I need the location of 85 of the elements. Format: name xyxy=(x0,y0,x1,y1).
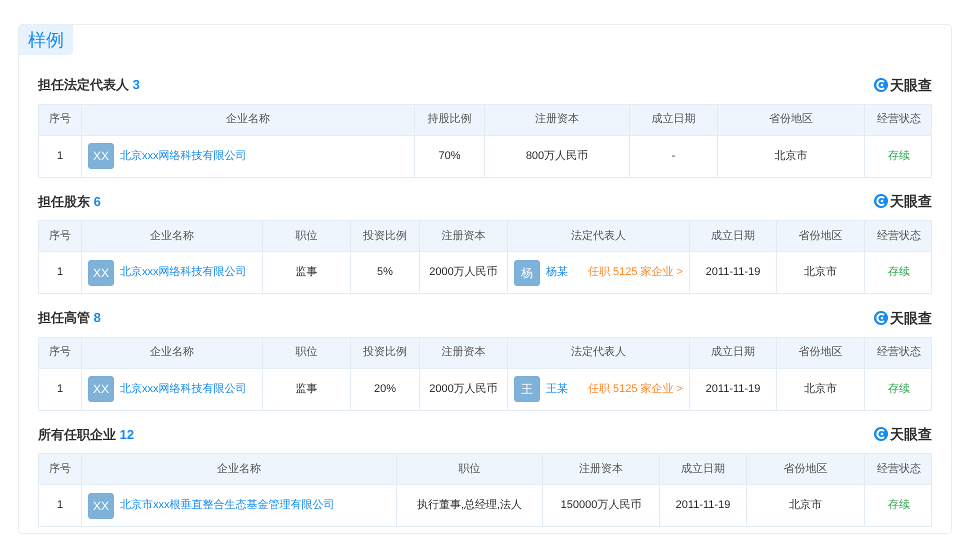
column-header: 注册资本 xyxy=(535,112,579,128)
section-heading: 担任高管 8 xyxy=(38,309,101,327)
sample-title: 样例 xyxy=(19,25,73,55)
column-header: 省份地区 xyxy=(798,228,842,244)
table-cell-text: - xyxy=(672,148,676,164)
column-header: 持股比例 xyxy=(428,112,472,128)
table-cell-text: 800万人民币 xyxy=(526,148,588,164)
column-header: 注册资本 xyxy=(442,228,486,244)
column-header: 经营状态 xyxy=(877,344,921,360)
table-cell-text: 20% xyxy=(374,382,396,397)
column-header: 投资比例 xyxy=(363,345,407,360)
column-header: 职位 xyxy=(296,345,318,360)
table-cell-text: 2011-11-19 xyxy=(706,382,760,397)
table-cell-text: 2000万人民币 xyxy=(429,382,498,397)
column-header: 省份地区 xyxy=(769,112,813,128)
eye-logo-icon xyxy=(874,310,888,325)
column-header: 省份地区 xyxy=(798,345,842,360)
logo-text: 天眼查 xyxy=(890,78,932,92)
logo-text: 天眼查 xyxy=(890,194,932,208)
status-text: 存续 xyxy=(888,498,910,514)
section-heading: 担任股东 6 xyxy=(38,192,101,210)
column-header: 投资比例 xyxy=(363,228,407,244)
eye-logo-icon xyxy=(874,78,888,92)
table-cell-text: 150000万人民币 xyxy=(560,498,642,514)
column-header: 注册资本 xyxy=(579,462,623,477)
column-header: 企业名称 xyxy=(226,112,270,128)
company-link[interactable]: 北京xxx网络科技有限公司 xyxy=(120,380,246,398)
column-header: 职位 xyxy=(296,228,318,244)
table-cell-text: 1 xyxy=(56,382,64,397)
table-cell-text: 1 xyxy=(56,498,64,514)
avatar: 王 xyxy=(514,376,540,402)
avatar: XX xyxy=(88,492,114,518)
column-header: 企业名称 xyxy=(150,345,194,360)
avatar: XX xyxy=(88,376,114,402)
avatar: 杨 xyxy=(514,260,540,286)
column-header: 序号 xyxy=(49,344,71,360)
column-header: 企业名称 xyxy=(150,228,194,244)
column-header: 序号 xyxy=(49,462,71,477)
column-header: 成立日期 xyxy=(681,462,725,477)
column-header: 法定代表人 xyxy=(571,228,626,244)
table-cell-text: 北京市 xyxy=(789,498,822,514)
column-header: 序号 xyxy=(49,112,71,128)
avatar: XX xyxy=(88,260,114,286)
column-header: 成立日期 xyxy=(652,112,696,128)
column-header: 省份地区 xyxy=(784,462,828,477)
column-header: 职位 xyxy=(458,462,480,477)
column-header: 注册资本 xyxy=(442,344,486,360)
avatar: XX xyxy=(88,143,114,169)
eye-logo-icon xyxy=(874,427,888,442)
companies-link[interactable]: 任职 5125 家企业 > xyxy=(588,264,683,281)
table-cell-text: 监事 xyxy=(296,265,318,280)
table-cell-text: 5% xyxy=(377,265,393,280)
table-cell-text: 1 xyxy=(56,148,64,164)
logo-text: 天眼查 xyxy=(890,427,932,442)
column-header: 成立日期 xyxy=(711,228,755,244)
section-heading: 所有任职企业 12 xyxy=(38,426,134,444)
company-link[interactable]: 北京市xxx根垂直整合生态基金管理有限公司 xyxy=(120,497,334,514)
table-cell-text: 2000万人民币 xyxy=(429,265,498,280)
status-text: 存续 xyxy=(888,265,910,280)
table-cell-text: 北京市 xyxy=(804,264,837,280)
column-header: 经营状态 xyxy=(877,462,921,477)
eye-logo-icon xyxy=(874,194,888,208)
companies-link[interactable]: 任职 5125 家企业 > xyxy=(588,380,683,398)
table-cell-text: 监事 xyxy=(296,382,318,397)
column-header: 企业名称 xyxy=(217,462,261,477)
column-header: 序号 xyxy=(49,228,71,244)
table-cell-text: 70% xyxy=(438,148,461,164)
table-cell-text: 2011-11-19 xyxy=(676,498,730,514)
status-text: 存续 xyxy=(888,382,910,397)
table-cell-text: 执行董事,总经理,法人 xyxy=(416,498,522,514)
logo-text: 天眼查 xyxy=(890,310,932,325)
table-cell-text: 2011-11-19 xyxy=(706,265,760,280)
person-link[interactable]: 杨某 xyxy=(546,264,568,281)
column-header: 经营状态 xyxy=(877,228,921,244)
person-link[interactable]: 王某 xyxy=(546,380,568,398)
column-header: 经营状态 xyxy=(877,112,921,128)
company-link[interactable]: 北京xxx网络科技有限公司 xyxy=(120,148,246,164)
table-cell-text: 北京市 xyxy=(774,148,808,164)
column-header: 法定代表人 xyxy=(571,344,626,360)
company-link[interactable]: 北京xxx网络科技有限公司 xyxy=(120,264,246,281)
status-text: 存续 xyxy=(888,148,910,164)
section-heading: 担任法定代表人 3 xyxy=(38,76,140,94)
table-cell-text: 1 xyxy=(56,265,64,280)
column-header: 成立日期 xyxy=(711,344,755,360)
table-cell-text: 北京市 xyxy=(804,382,837,397)
